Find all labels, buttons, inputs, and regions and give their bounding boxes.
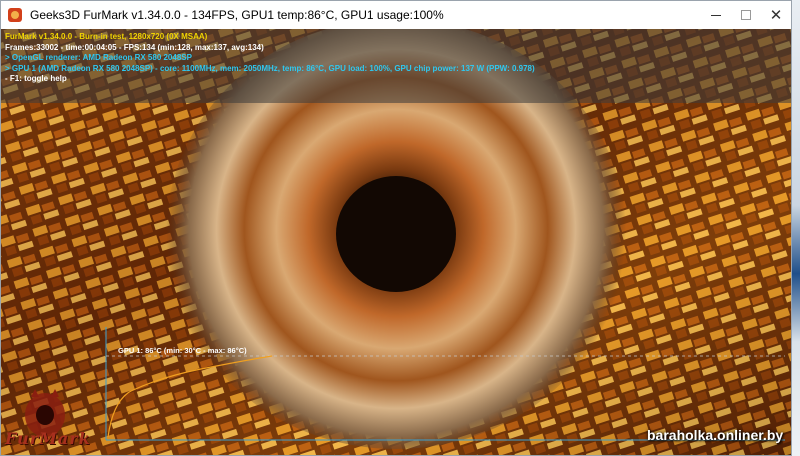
render-viewport[interactable]: FurMark v1.34.0.0 - Burn-in test, 1280x7… bbox=[1, 29, 791, 455]
minimize-button[interactable] bbox=[701, 1, 731, 29]
furmark-window: Geeks3D FurMark v1.34.0.0 - 134FPS, GPU1… bbox=[0, 0, 792, 456]
close-button[interactable]: ✕ bbox=[761, 1, 791, 29]
window-controls: ✕ bbox=[701, 1, 791, 29]
furmark-logo-text: FurMark bbox=[5, 429, 91, 448]
temperature-graph bbox=[105, 327, 785, 441]
watermark: baraholka.onliner.by bbox=[647, 427, 784, 443]
furmark-app-icon[interactable] bbox=[8, 8, 22, 22]
temperature-graph-label: GPU 1: 86°C (min: 30°C - max: 86°C) bbox=[118, 346, 247, 355]
window-title: Geeks3D FurMark v1.34.0.0 - 134FPS, GPU1… bbox=[30, 8, 444, 22]
close-icon: ✕ bbox=[769, 7, 783, 24]
title-bar[interactable]: Geeks3D FurMark v1.34.0.0 - 134FPS, GPU1… bbox=[1, 1, 791, 29]
minimize-icon bbox=[711, 14, 721, 16]
maximize-button[interactable] bbox=[731, 1, 761, 29]
temperature-curve bbox=[107, 355, 273, 438]
desktop-background bbox=[792, 0, 800, 456]
maximize-icon bbox=[741, 10, 751, 20]
